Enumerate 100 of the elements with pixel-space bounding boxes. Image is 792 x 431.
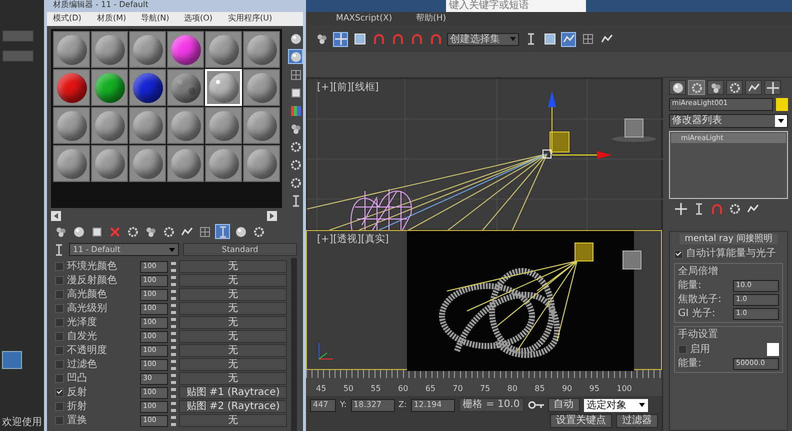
cluster-icon: [316, 33, 328, 45]
filters-button[interactable]: 过滤器: [616, 414, 658, 428]
map-button[interactable]: 无: [179, 372, 287, 385]
sphere-tool-button[interactable]: [233, 224, 248, 239]
status-prompt: 欢迎使用: [2, 417, 42, 429]
map-button[interactable]: 无: [179, 316, 287, 329]
map-label: 不透明度: [67, 344, 108, 356]
material-type-button[interactable]: Standard: [183, 243, 297, 256]
z-coordinate-field[interactable]: 12.194: [410, 398, 455, 412]
grid-tool-button[interactable]: [288, 67, 303, 82]
x-coordinate-field[interactable]: 447: [310, 398, 336, 412]
light-gizmo-drawing: [542, 91, 612, 159]
spinner-icon[interactable]: [171, 346, 176, 356]
spinner-icon[interactable]: [171, 332, 176, 342]
magnet-icon: [392, 33, 404, 45]
sphere-tool-button[interactable]: [71, 224, 86, 239]
spinner-icon[interactable]: [171, 276, 176, 286]
map-button[interactable]: 无: [179, 302, 287, 315]
selection-set-dropdown[interactable]: 创建选择集: [447, 32, 519, 46]
spinner-icon[interactable]: [171, 416, 176, 426]
menu-item[interactable]: 帮助(H): [416, 14, 446, 24]
map-checkbox[interactable]: [55, 360, 64, 369]
map-button[interactable]: 无: [179, 344, 287, 357]
bars-tool-button[interactable]: [288, 103, 303, 118]
scroll-left-button[interactable]: [51, 211, 61, 221]
map-checkbox[interactable]: [55, 346, 64, 355]
sphere-icon: [72, 226, 84, 238]
viewport[interactable]: [+][前][线框]: [306, 78, 662, 230]
material-name-dropdown[interactable]: 11 - Default: [69, 243, 179, 256]
menu-item[interactable]: MAXScript(X): [336, 14, 392, 24]
scroll-right-button[interactable]: [267, 211, 277, 221]
menu-item[interactable]: 实用程序(U): [228, 14, 272, 24]
modifier-list-dropdown[interactable]: 修改器列表: [669, 114, 788, 128]
spinner-icon[interactable]: [171, 360, 176, 370]
viewport[interactable]: [+][透视][真实]: [306, 230, 662, 370]
checkbox[interactable]: [678, 345, 687, 354]
map-checkbox[interactable]: [55, 374, 64, 383]
menu-item[interactable]: 模式(D): [53, 14, 82, 24]
caret-icon: [638, 403, 645, 407]
selection-filter-dropdown[interactable]: 选定对象: [584, 398, 648, 412]
selection-filter-text: 选定对象: [586, 400, 627, 410]
map-checkbox[interactable]: [55, 262, 64, 271]
grid-tool-button[interactable]: [580, 32, 595, 46]
viewport-label[interactable]: [+][透视][真实]: [317, 234, 389, 246]
cross-icon: [108, 226, 120, 238]
panel-tool-button[interactable]: [352, 32, 367, 46]
cluster-icon: [290, 122, 302, 134]
checkbox[interactable]: [674, 250, 683, 258]
spinner-icon[interactable]: [171, 262, 176, 272]
map-button[interactable]: 无: [179, 330, 287, 343]
color-swatch[interactable]: [776, 98, 788, 111]
map-button[interactable]: 无: [179, 260, 287, 273]
map-checkbox[interactable]: [55, 318, 64, 327]
map-button[interactable]: 贴图 #2 (Raytrace): [179, 400, 287, 413]
move-icon[interactable]: [675, 203, 687, 215]
key-icon[interactable]: [528, 401, 544, 409]
rollout-title[interactable]: mental ray 间接照明: [679, 234, 778, 244]
map-button[interactable]: 贴图 #1 (Raytrace): [179, 386, 287, 399]
bar-icon[interactable]: [693, 203, 705, 215]
y-coordinate-field[interactable]: 18.327: [350, 398, 395, 412]
map-checkbox[interactable]: [55, 332, 64, 341]
sphere-tool-button[interactable]: [288, 31, 303, 46]
map-checkbox[interactable]: [55, 304, 64, 313]
magnet-tool-button[interactable]: [428, 32, 443, 46]
map-checkbox[interactable]: [55, 290, 64, 299]
menu-item[interactable]: 材质(M): [96, 14, 126, 24]
menu-item[interactable]: 导航(N): [140, 14, 170, 24]
caret-icon: [169, 248, 175, 252]
timeline-ruler[interactable]: 45 50 55 60 65 70 75 80 85 90 95 100: [306, 370, 662, 396]
map-checkbox[interactable]: [55, 402, 64, 411]
magnet-icon[interactable]: [711, 203, 723, 215]
tick-label: 85: [534, 384, 545, 394]
tick-label: 90: [562, 384, 572, 394]
move-tool-button[interactable]: [333, 32, 348, 46]
spinner-icon[interactable]: [171, 318, 176, 328]
map-button[interactable]: 无: [179, 358, 287, 371]
map-button[interactable]: 无: [179, 274, 287, 287]
panel-icon: [354, 33, 366, 45]
spinner-icon[interactable]: [171, 388, 176, 398]
map-checkbox[interactable]: [55, 276, 64, 285]
spinner-icon[interactable]: [171, 402, 176, 412]
map-button[interactable]: 无: [179, 414, 287, 427]
spinner-icon[interactable]: [171, 374, 176, 384]
magnet-tool-button[interactable]: [390, 32, 405, 46]
sphere-tool-button[interactable]: [288, 49, 303, 64]
map-checkbox[interactable]: [55, 388, 64, 397]
panel-tool-button[interactable]: [542, 32, 557, 46]
auto-key-button[interactable]: 自动: [548, 398, 580, 412]
grid-tool-button[interactable]: [197, 224, 212, 239]
color-swatch[interactable]: [767, 343, 779, 356]
spinner-icon[interactable]: [171, 304, 176, 314]
map-button[interactable]: 无: [179, 288, 287, 301]
menu-item[interactable]: 选项(O): [184, 14, 213, 24]
map-checkbox[interactable]: [55, 416, 64, 425]
square-icon: [90, 226, 102, 238]
spinner-icon[interactable]: [171, 290, 176, 300]
set-key-button[interactable]: 设置关键点: [550, 414, 612, 428]
magnet-tool-button[interactable]: [409, 32, 424, 46]
view-cube-icon: [622, 250, 642, 270]
viewport-label[interactable]: [+][前][线框]: [317, 82, 379, 94]
